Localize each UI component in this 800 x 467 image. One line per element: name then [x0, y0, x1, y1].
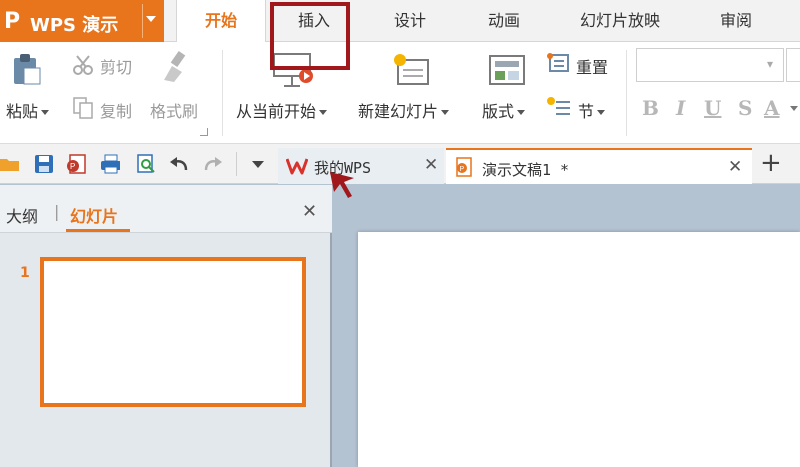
- start-from-current-label: 从当前开始: [236, 102, 317, 121]
- svg-text:P: P: [70, 162, 75, 171]
- presentation-file-icon: P: [456, 157, 472, 177]
- close-tab-icon[interactable]: ✕: [728, 157, 742, 177]
- ribbon-home: 粘贴 剪切 复制 格式刷 从当前开始 新建幻灯片 版式 重置 节 ▾ B I U…: [0, 42, 800, 144]
- redo-icon[interactable]: [202, 154, 222, 174]
- new-slide-label: 新建幻灯片: [358, 102, 439, 121]
- start-from-current-button[interactable]: 从当前开始: [236, 98, 328, 122]
- slide-thumbnail[interactable]: [40, 257, 306, 407]
- new-slide-dropdown-icon[interactable]: [441, 110, 450, 115]
- scissors-icon: [73, 55, 93, 75]
- section-dropdown-icon[interactable]: [597, 110, 606, 115]
- layout-dropdown-icon[interactable]: [517, 110, 526, 115]
- app-menu-divider: [142, 4, 143, 38]
- paste-label: 粘贴: [6, 102, 39, 121]
- font-color-dropdown-icon[interactable]: [790, 106, 798, 111]
- doc-tab-presentation[interactable]: P 演示文稿1 * ✕: [446, 148, 752, 184]
- reset-icon: [547, 53, 569, 72]
- active-tab-underline: [66, 229, 130, 232]
- section-button[interactable]: 节: [578, 98, 606, 122]
- font-name-input[interactable]: ▾: [636, 48, 784, 82]
- app-menu-button[interactable]: P WPS 演示: [0, 0, 164, 42]
- slides-panel-header: 大纲 | 幻灯片 ✕: [0, 185, 332, 233]
- underline-button[interactable]: U: [704, 96, 721, 120]
- font-color-button[interactable]: A: [764, 96, 780, 120]
- export-pdf-icon[interactable]: P: [66, 154, 86, 174]
- format-painter-button[interactable]: 格式刷: [150, 98, 198, 122]
- paste-icon[interactable]: [12, 52, 42, 86]
- format-painter-icon: [164, 50, 186, 82]
- highlight-annotation-box: [270, 2, 350, 70]
- cut-button[interactable]: 剪切: [100, 54, 132, 78]
- svg-text:P: P: [460, 166, 465, 173]
- quick-access-toolbar: P 我的WPS ✕ P 演示文稿1 * ✕ +: [0, 144, 800, 184]
- layout-label: 版式: [482, 102, 515, 121]
- close-panel-icon[interactable]: ✕: [302, 201, 317, 222]
- layout-button[interactable]: 版式: [482, 98, 526, 122]
- slide-canvas[interactable]: [358, 232, 800, 467]
- italic-button[interactable]: I: [676, 96, 685, 120]
- layout-icon: [489, 55, 525, 85]
- slides-panel: 大纲 | 幻灯片 ✕ 1: [0, 185, 332, 467]
- tab-slides[interactable]: 幻灯片: [70, 203, 118, 227]
- ribbon-divider-2: [626, 50, 627, 136]
- print-preview-icon[interactable]: [136, 154, 156, 174]
- new-slide-icon: [394, 54, 429, 85]
- new-slide-button[interactable]: 新建幻灯片: [358, 98, 450, 122]
- paste-button[interactable]: 粘贴: [6, 98, 50, 122]
- strikethrough-button[interactable]: S: [738, 96, 752, 120]
- paste-dropdown-icon[interactable]: [41, 110, 50, 115]
- new-tab-button[interactable]: +: [760, 148, 782, 178]
- close-tab-icon[interactable]: ✕: [424, 155, 438, 175]
- ribbon-divider: [222, 50, 223, 136]
- tab-design[interactable]: 设计: [372, 0, 448, 42]
- font-size-input[interactable]: [786, 48, 800, 82]
- print-icon[interactable]: [100, 154, 120, 174]
- start-from-current-dropdown-icon[interactable]: [319, 110, 328, 115]
- app-menu-dropdown-icon[interactable]: [146, 16, 156, 22]
- wps-logo-icon: P: [4, 9, 21, 34]
- customize-toolbar-dropdown-icon[interactable]: [252, 161, 264, 168]
- app-name: WPS 演示: [30, 15, 119, 36]
- tab-review[interactable]: 审阅: [698, 0, 774, 42]
- open-folder-icon[interactable]: [0, 154, 20, 174]
- doc-tab-label: 演示文稿1 *: [482, 161, 570, 179]
- bold-button[interactable]: B: [642, 96, 659, 120]
- section-label: 节: [578, 102, 595, 121]
- save-icon[interactable]: [34, 154, 54, 174]
- font-name-dropdown-icon[interactable]: ▾: [767, 57, 773, 71]
- section-icon: [547, 97, 570, 115]
- slide-number: 1: [20, 265, 30, 281]
- undo-icon[interactable]: [168, 154, 188, 174]
- tab-slideshow[interactable]: 幻灯片放映: [560, 0, 680, 42]
- tab-outline[interactable]: 大纲: [6, 203, 38, 227]
- clipboard-dialog-launcher-icon[interactable]: [200, 128, 208, 136]
- tab-home[interactable]: 开始: [176, 0, 266, 43]
- wps-w-logo-icon: [286, 158, 308, 175]
- toolbar-divider: [236, 152, 237, 176]
- copy-button[interactable]: 复制: [100, 98, 132, 122]
- menu-bar: P WPS 演示 开始 插入 设计 动画 幻灯片放映 审阅: [0, 0, 800, 43]
- copy-icon: [73, 97, 93, 119]
- tab-animation[interactable]: 动画: [466, 0, 542, 42]
- reset-button[interactable]: 重置: [576, 54, 608, 78]
- panel-tab-divider: |: [54, 202, 60, 221]
